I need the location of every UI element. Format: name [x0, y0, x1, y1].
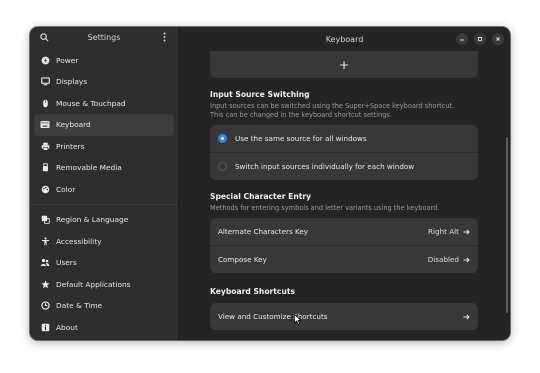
sidebar-item-label: Printers [56, 141, 85, 151]
sidebar: Settings Power Displays Mouse & Touchpad… [30, 27, 179, 340]
sidebar-title: Settings [87, 32, 121, 42]
sidebar-item-default-applications[interactable]: Default Applications [34, 274, 174, 296]
sidebar-item-users[interactable]: Users [34, 252, 174, 274]
sidebar-item-label: Accessibility [56, 236, 102, 246]
option-label: Switch input sources individually for ea… [235, 162, 415, 171]
sidebar-item-label: Mouse & Touchpad [56, 98, 126, 108]
main-panel: Keyboard + Input Source Switching Input … [179, 27, 510, 340]
users-icon [40, 258, 50, 268]
option-label: Use the same source for all windows [235, 134, 367, 143]
sidebar-item-label: Region & Language [56, 215, 129, 225]
special-char-list: Alternate Characters Key Right Alt Compo… [210, 218, 478, 273]
description-line: Input sources can be switched using the … [210, 102, 455, 110]
clock-icon [40, 301, 50, 311]
sidebar-item-mouse[interactable]: Mouse & Touchpad [34, 93, 174, 115]
alternate-characters-key-row[interactable]: Alternate Characters Key Right Alt [210, 218, 478, 245]
section-description-input-source: Input sources can be switched using the … [210, 102, 478, 120]
sidebar-item-label: Users [56, 258, 77, 268]
add-input-source-button[interactable]: + [210, 51, 478, 78]
printer-icon [40, 141, 50, 151]
sidebar-item-printers[interactable]: Printers [34, 136, 174, 158]
close-icon [496, 37, 500, 41]
sidebar-item-about[interactable]: About [34, 317, 174, 339]
sidebar-item-power[interactable]: Power [34, 50, 174, 72]
mouse-cursor-icon [294, 314, 302, 325]
section-title-special-char: Special Character Entry [210, 192, 312, 201]
radio-option-same-source[interactable]: Use the same source for all windows [210, 125, 478, 152]
row-value: Right Alt [428, 227, 459, 236]
row-label: View and Customize Shortcuts [218, 312, 328, 321]
sidebar-item-date-time[interactable]: Date & Time [34, 295, 174, 317]
sidebar-item-color[interactable]: Color [34, 179, 174, 201]
shortcuts-list: View and Customize Shortcuts [210, 303, 478, 330]
display-icon [40, 77, 50, 87]
sidebar-header: Settings [30, 27, 178, 48]
sidebar-list: Power Displays Mouse & Touchpad Keyboard… [30, 48, 178, 341]
row-label: Alternate Characters Key [218, 227, 309, 236]
sidebar-item-label: Removable Media [56, 163, 122, 173]
row-value: Disabled [427, 255, 459, 264]
sidebar-item-region-language[interactable]: Region & Language [34, 209, 174, 231]
sidebar-item-label: Default Applications [56, 279, 131, 289]
sidebar-item-displays[interactable]: Displays [34, 71, 174, 93]
sidebar-item-label: Date & Time [56, 301, 103, 311]
settings-window: Settings Power Displays Mouse & Touchpad… [30, 27, 510, 340]
view-customize-shortcuts-row[interactable]: View and Customize Shortcuts [210, 303, 478, 330]
restore-icon [478, 37, 482, 41]
color-icon [40, 184, 50, 194]
mouse-icon [40, 98, 50, 108]
arrow-right-icon [463, 228, 470, 235]
window-controls [456, 33, 504, 45]
arrow-right-icon [463, 256, 470, 263]
region-icon [40, 215, 50, 225]
arrow-right-icon [463, 313, 470, 320]
maximize-button[interactable] [474, 33, 486, 45]
compose-key-row[interactable]: Compose Key Disabled [210, 245, 478, 273]
row-label: Compose Key [218, 255, 267, 264]
sidebar-item-label: About [56, 322, 78, 332]
radio-button[interactable] [218, 162, 227, 171]
keyboard-icon [40, 120, 50, 130]
power-icon [40, 55, 50, 65]
sidebar-item-label: Power [56, 55, 79, 65]
sidebar-item-label: Keyboard [56, 120, 91, 130]
sidebar-item-label: Displays [56, 77, 88, 87]
content: + Input Source Switching Input sources c… [210, 51, 478, 330]
minimize-button[interactable] [456, 33, 468, 45]
page-title: Keyboard [325, 34, 364, 44]
usb-icon [40, 163, 50, 173]
radio-button-selected[interactable] [218, 134, 227, 143]
sidebar-item-removable-media[interactable]: Removable Media [34, 157, 174, 179]
section-description-special-char: Methods for entering symbols and letter … [210, 204, 440, 212]
star-icon [40, 279, 50, 289]
sidebar-item-label: Color [56, 184, 76, 194]
sidebar-item-keyboard[interactable]: Keyboard [34, 114, 174, 136]
section-title-shortcuts: Keyboard Shortcuts [210, 287, 295, 296]
description-line: This can be changed in the keyboard shor… [210, 111, 392, 119]
info-icon [40, 322, 50, 332]
sidebar-separator [30, 204, 178, 205]
scrollbar[interactable] [506, 137, 508, 313]
minimize-icon [460, 39, 464, 41]
header-bar: Keyboard [179, 27, 510, 51]
add-icon: + [338, 57, 350, 72]
close-button[interactable] [492, 33, 504, 45]
section-title-input-source: Input Source Switching [210, 90, 310, 99]
menu-icon[interactable] [158, 31, 170, 43]
search-icon[interactable] [38, 31, 50, 43]
sidebar-item-accessibility[interactable]: Accessibility [34, 231, 174, 253]
input-source-options: Use the same source for all windows Swit… [210, 125, 478, 180]
accessibility-icon [40, 236, 50, 246]
radio-option-individual[interactable]: Switch input sources individually for ea… [210, 152, 478, 180]
